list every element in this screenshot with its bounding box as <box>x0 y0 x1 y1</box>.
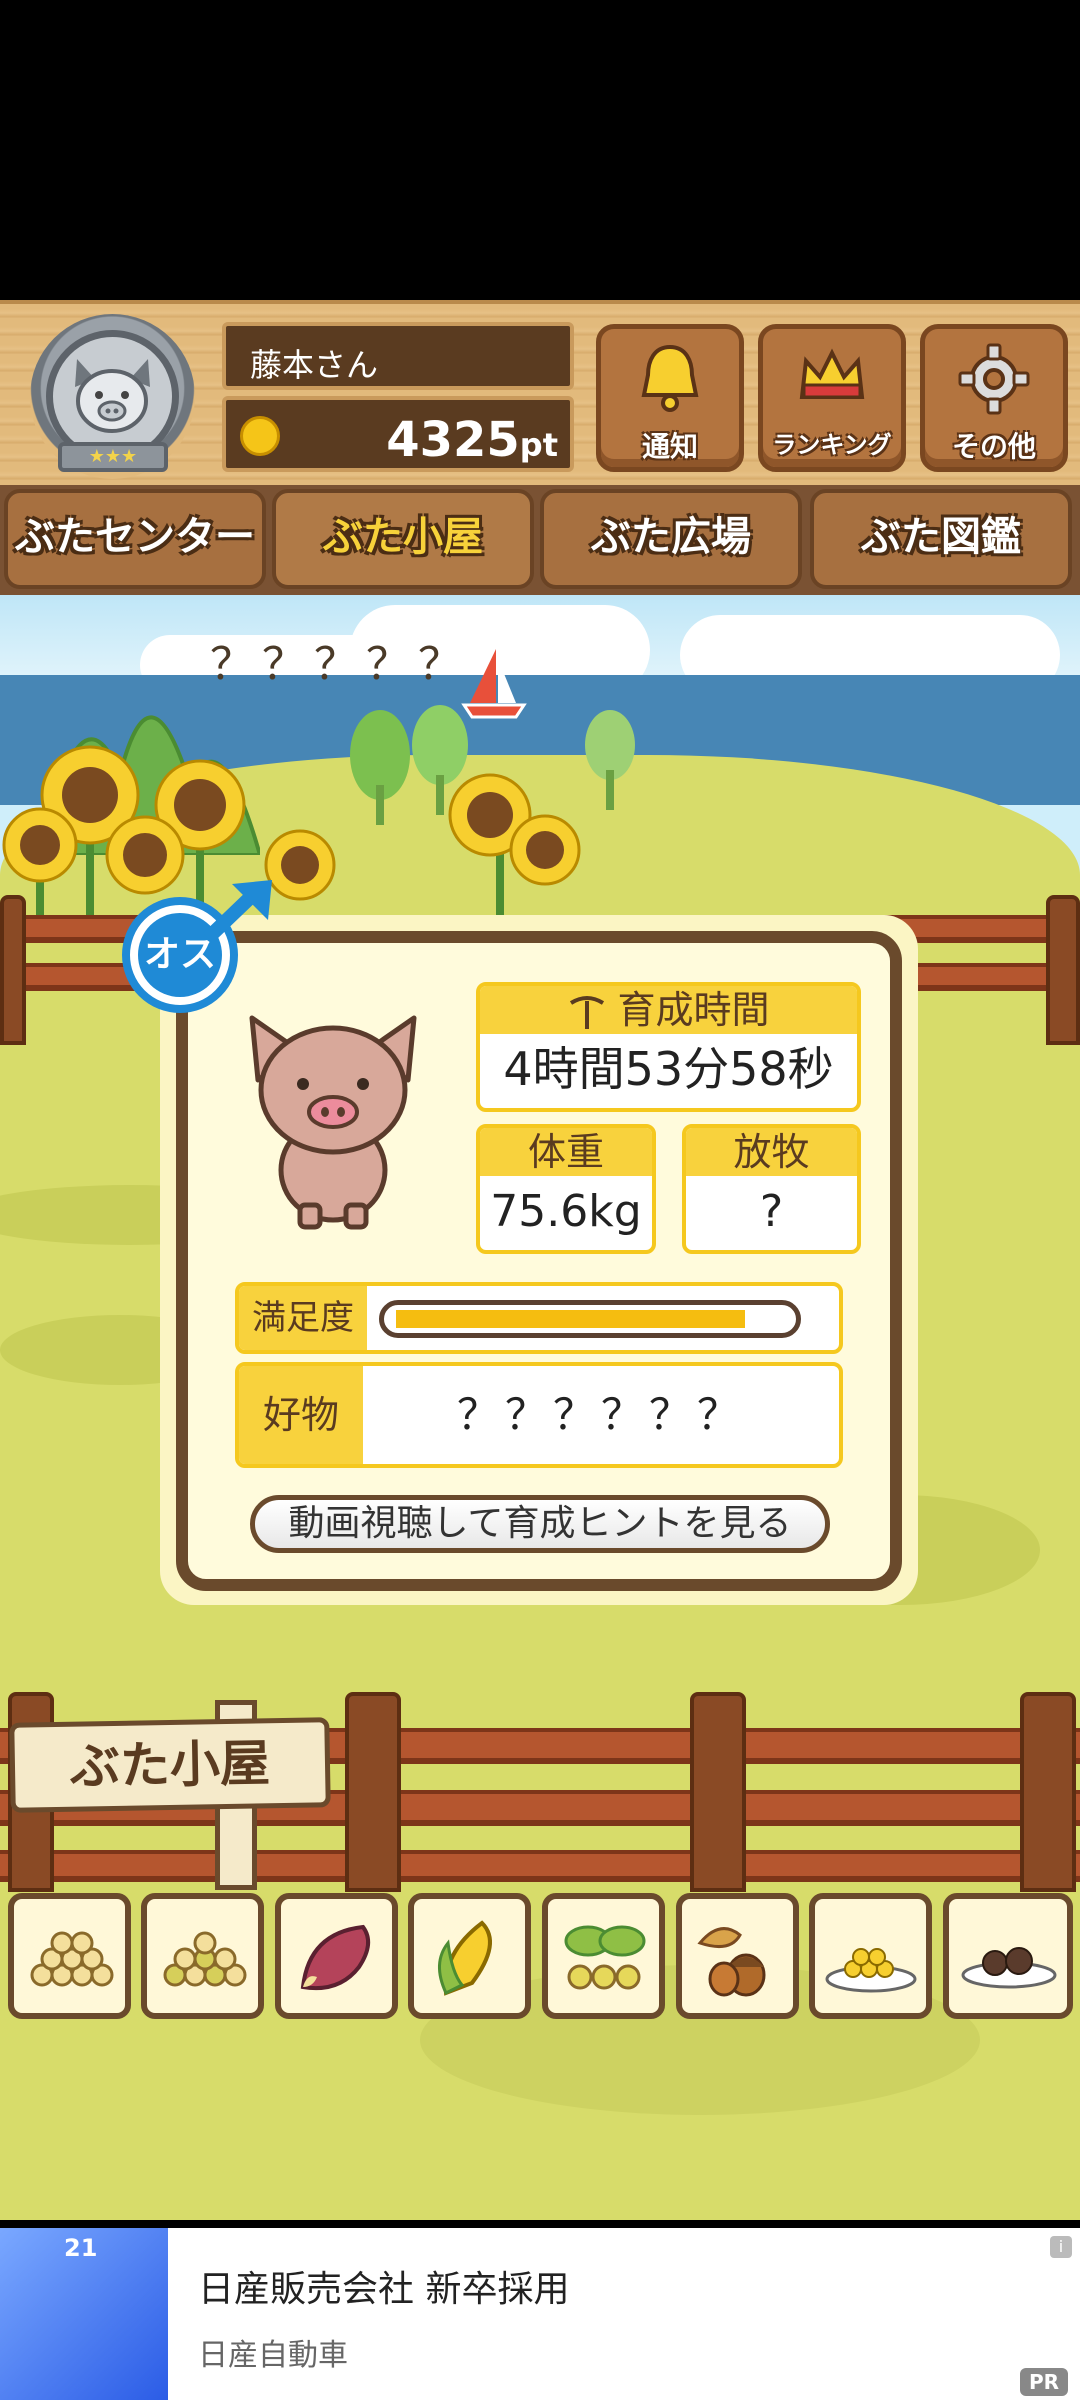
satisfaction-bar <box>379 1300 801 1338</box>
profile-avatar[interactable]: ★★★ <box>30 314 195 479</box>
growth-time-panel: 育成時間 4時間53分58秒 <box>476 982 861 1112</box>
fence-post <box>1046 895 1080 1045</box>
coin-icon <box>240 416 280 456</box>
whistle-icon <box>570 995 605 1029</box>
sweet-potato-icon <box>300 1924 371 1991</box>
fence-rail <box>0 1850 1080 1882</box>
other-label: その他 <box>951 430 1036 463</box>
pig-character[interactable] <box>238 1010 428 1230</box>
watch-video-hint-button[interactable]: 動画視聴して育成ヒントを見る <box>250 1495 830 1553</box>
food-slot-mixed-beans[interactable] <box>141 1893 264 2019</box>
ad-image[interactable]: 21 <box>0 2228 168 2400</box>
food-slot-leaf-beans[interactable] <box>542 1893 665 2019</box>
leaf-beans-icon <box>564 1925 646 1990</box>
growth-time-header: 育成時間 <box>480 986 857 1034</box>
grazing-panel: 放牧 ? <box>682 1124 861 1254</box>
bell-icon <box>641 344 699 412</box>
user-name-box: 藤本さん <box>222 322 574 390</box>
favorite-row: 好物 ？？？？？？ <box>235 1362 843 1468</box>
user-name: 藤本さん <box>250 346 379 384</box>
favorite-value: ？？？？？？ <box>456 1390 745 1439</box>
points-unit: pt <box>519 426 558 464</box>
ad-info-icon[interactable]: i <box>1050 2236 1072 2258</box>
tab-bar: ぶたセンター ぶた小屋 ぶた広場 ぶた図鑑 <box>0 485 1080 595</box>
ad-sponsor: 日産自動車 <box>198 2338 348 2373</box>
pig-name: ？？？？？ <box>210 639 470 690</box>
fence-post <box>345 1692 401 1892</box>
ranking-label: ランキング <box>772 431 892 459</box>
ad-image-text: 21 <box>64 2234 98 2262</box>
mixed-beans-icon <box>163 1931 247 1987</box>
food-slot-corn[interactable] <box>408 1893 531 2019</box>
satisfaction-bar-fill <box>396 1310 745 1328</box>
points-value: 4325pt <box>386 412 558 468</box>
pig-face-icon <box>75 359 150 433</box>
other-button[interactable]: その他 <box>920 324 1068 472</box>
food-slot-sweet-potato[interactable] <box>275 1893 398 2019</box>
truffle-plate-icon <box>961 1947 1057 1989</box>
ad-pr-badge: PR <box>1020 2368 1068 2396</box>
fence-post <box>0 895 26 1045</box>
tab-buta-koya[interactable]: ぶた小屋 <box>272 489 534 589</box>
food-slot-corn-plate[interactable] <box>809 1893 932 2019</box>
points-number: 4325 <box>386 412 520 468</box>
header-bar: ★★★ 藤本さん 4325pt 通知 ランキング その他 <box>0 300 1080 489</box>
sunflowers-icon <box>2 745 581 925</box>
fence-post <box>690 1692 746 1892</box>
ranking-button[interactable]: ランキング <box>758 324 906 472</box>
satisfaction-row: 満足度 <box>235 1282 843 1354</box>
weight-value: 75.6kg <box>490 1186 642 1237</box>
points-box: 4325pt <box>222 396 574 472</box>
food-slot-beans[interactable] <box>8 1893 131 2019</box>
favorite-label: 好物 <box>239 1366 363 1464</box>
acorn-icon <box>697 1927 766 1997</box>
gear-icon <box>958 343 1030 415</box>
hut-sign: ぶた小屋 <box>9 1717 331 1813</box>
rank-stars: ★★★ <box>58 442 168 472</box>
ad-banner[interactable]: 21 日産販売会社 新卒採用 日産自動車 i PR <box>0 2228 1080 2400</box>
male-arrow-icon <box>203 880 272 944</box>
tab-buta-zukan[interactable]: ぶた図鑑 <box>810 489 1072 589</box>
growth-time-value: 4時間53分58秒 <box>503 1042 834 1096</box>
beans-icon <box>30 1931 114 1987</box>
grazing-value: ? <box>759 1186 784 1237</box>
weight-panel: 体重 75.6kg <box>476 1124 656 1254</box>
crown-icon <box>799 348 865 399</box>
corn-plate-icon <box>825 1948 917 1993</box>
fence-post <box>1020 1692 1076 1892</box>
notification-button[interactable]: 通知 <box>596 324 744 472</box>
weight-label: 体重 <box>480 1128 652 1176</box>
ad-title[interactable]: 日産販売会社 新卒採用 <box>198 2260 569 2312</box>
grazing-label: 放牧 <box>686 1128 857 1176</box>
corn-icon <box>438 1920 492 1996</box>
tab-buta-hiroba[interactable]: ぶた広場 <box>540 489 802 589</box>
food-slot-acorn[interactable] <box>676 1893 799 2019</box>
tab-buta-center[interactable]: ぶたセンター <box>4 489 266 589</box>
growth-time-label: 育成時間 <box>617 988 770 1032</box>
satisfaction-label: 満足度 <box>239 1286 367 1350</box>
food-slot-truffle-plate[interactable] <box>943 1893 1073 2019</box>
notification-label: 通知 <box>641 430 698 463</box>
